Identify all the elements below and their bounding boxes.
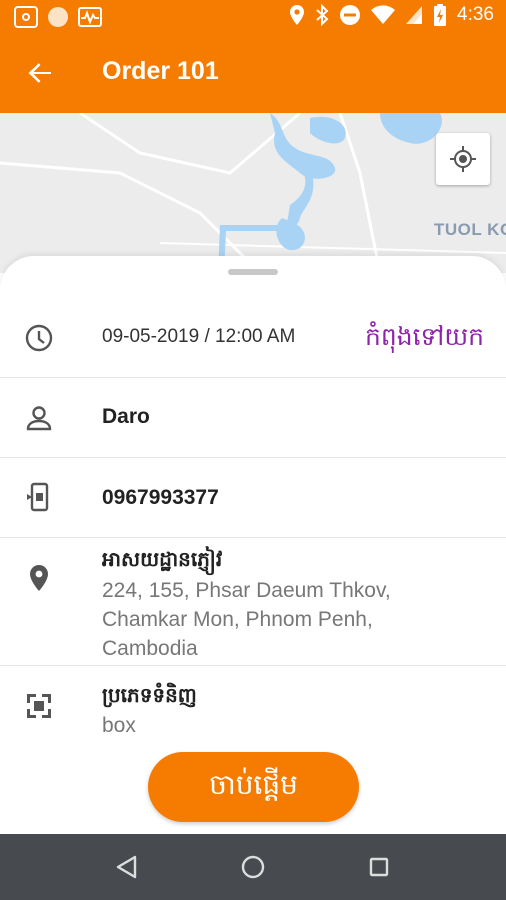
signal-icon — [406, 6, 423, 24]
app-notification-icon — [14, 6, 38, 28]
customer-name: Daro — [102, 405, 150, 428]
location-status-icon — [290, 5, 305, 25]
my-location-button[interactable] — [436, 133, 490, 185]
sheet-drag-handle[interactable] — [228, 269, 278, 275]
nav-home-button[interactable] — [237, 851, 269, 883]
nav-recents-button[interactable] — [363, 851, 395, 883]
customer-phone: 0967993377 — [102, 486, 219, 509]
do-not-disturb-icon — [340, 5, 361, 25]
status-bar: 4:36 — [0, 0, 506, 35]
start-button[interactable]: ចាប់ផ្តើម — [148, 752, 359, 822]
activity-notification-icon — [78, 7, 102, 27]
circle-notification-icon — [48, 7, 68, 27]
clock-icon — [25, 324, 53, 352]
clock-time: 4:36 — [457, 4, 494, 25]
triangle-back-icon — [116, 855, 137, 879]
app-bar: Order 101 — [0, 35, 506, 113]
battery-icon — [434, 4, 447, 26]
order-details-sheet: 09-05-2019 / 12:00 AM កំពុងទៅយក Daro 096… — [0, 256, 506, 834]
phone-row[interactable]: 0967993377 — [0, 458, 506, 538]
goods-title: ប្រភេទទំនិញ — [102, 683, 197, 707]
goods-type: box — [102, 714, 136, 737]
address-title: អាសយដ្ឋានភ្ញៀវ — [102, 547, 223, 571]
map-district-label: TUOL KO — [434, 220, 506, 239]
page-title: Order 101 — [102, 57, 219, 85]
wifi-icon — [371, 5, 396, 25]
arrow-left-icon — [28, 63, 51, 83]
package-icon — [27, 694, 51, 718]
back-button[interactable] — [24, 57, 56, 89]
goods-type-row: ប្រភេទទំនិញ box — [0, 666, 506, 766]
phone-icon — [27, 482, 49, 512]
square-recents-icon — [369, 857, 389, 877]
nav-back-button[interactable] — [111, 851, 143, 883]
customer-address: 224, 155, Phsar Daeum Thkov, Chamkar Mon… — [102, 579, 391, 660]
map-view[interactable]: TUOL KO — [0, 113, 506, 273]
customer-name-row: Daro — [0, 378, 506, 458]
my-location-icon — [450, 146, 476, 172]
person-icon — [26, 406, 52, 431]
circle-home-icon — [241, 855, 265, 879]
order-time-row: 09-05-2019 / 12:00 AM កំពុងទៅយក — [0, 298, 506, 378]
address-row: អាសយដ្ឋានភ្ញៀវ 224, 155, Phsar Daeum Thk… — [0, 538, 506, 666]
order-status: កំពុងទៅយក — [364, 322, 484, 351]
map-water-features — [0, 113, 506, 273]
order-datetime: 09-05-2019 / 12:00 AM — [102, 326, 296, 347]
location-pin-icon — [30, 565, 48, 591]
system-nav-bar — [0, 834, 506, 900]
bluetooth-icon — [316, 4, 329, 26]
